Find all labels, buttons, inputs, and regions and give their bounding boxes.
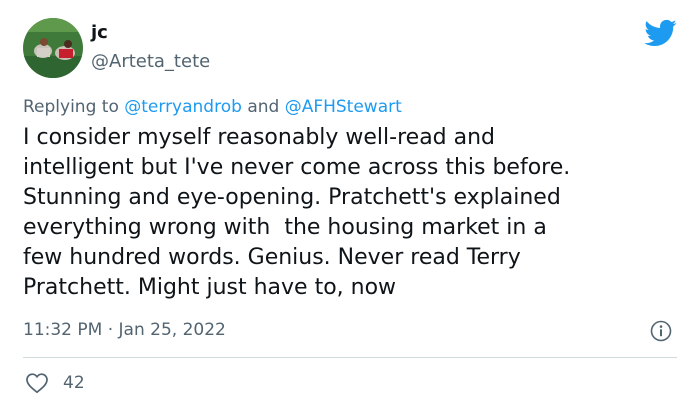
tweet-text-line: Stunning and eye-opening. Pratchett's ex… [23,185,561,210]
tweet-timestamp[interactable]: 11:32 PM · Jan 25, 2022 [23,318,226,342]
author-handle[interactable]: @Arteta_tete [91,50,210,74]
avatar[interactable] [23,18,83,78]
like-count: 42 [63,373,85,393]
tweet-text-line: I consider myself reasonably well-read a… [23,125,496,150]
tweet-time: 11:32 PM [23,320,103,340]
replying-to-prefix: Replying to [23,97,119,117]
heart-icon [26,373,48,394]
replying-to: Replying to @terryandrob and @AFHStewart [23,95,402,119]
tweet-text-line: few hundred words. Genius. Never read Te… [23,245,521,270]
like-button[interactable]: 42 [25,371,85,395]
meta-separator: · [107,320,114,340]
author-name[interactable]: jc [91,21,108,45]
avatar-image [23,18,83,78]
tweet-text-line: intelligent but I've never come across t… [23,155,571,180]
mention-terryandrob[interactable]: @terryandrob [124,97,242,117]
replying-to-conjunction: and [247,97,280,117]
tweet-card: jc @Arteta_tete Replying to @terryandrob… [0,0,700,410]
tweet-text-line: everything wrong with the housing market… [23,215,547,240]
tweet-text: I consider myself reasonably well-read a… [23,123,683,303]
tweet-date: Jan 25, 2022 [118,320,226,340]
divider [23,357,677,358]
mention-afhstewart[interactable]: @AFHStewart [285,97,402,117]
twitter-bird-icon[interactable] [643,18,677,48]
tweet-text-line: Pratchett. Might just have to, now [23,275,397,300]
info-icon[interactable] [650,320,672,342]
